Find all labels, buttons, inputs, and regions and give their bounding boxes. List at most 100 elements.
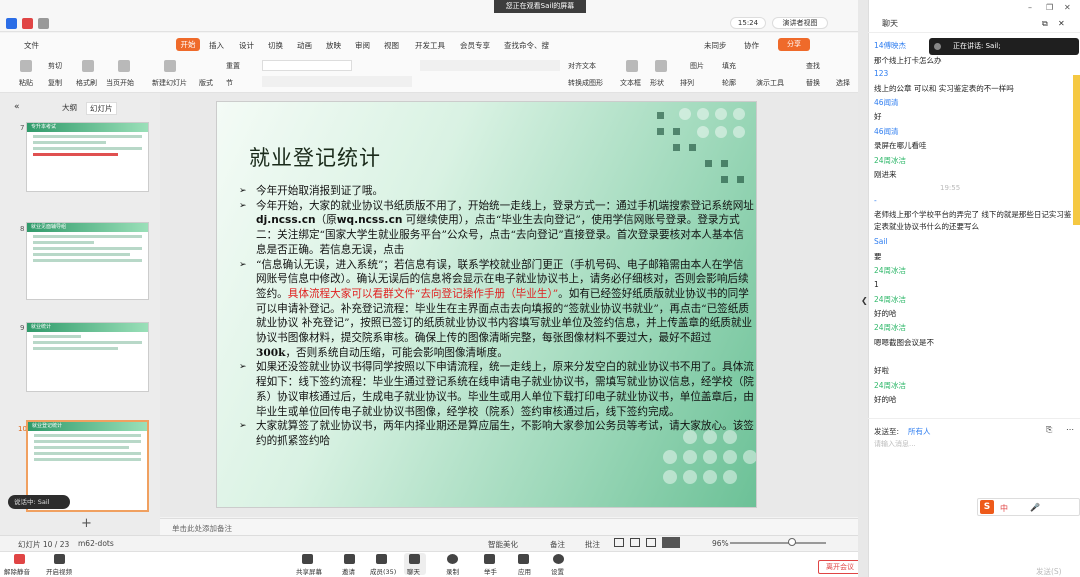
ime-chinese-icon[interactable]: 中 bbox=[1000, 503, 1008, 514]
share-button[interactable]: 分享 bbox=[778, 38, 810, 51]
collapse-panel-icon[interactable]: « bbox=[14, 102, 20, 112]
presentation-tools-button[interactable]: 演示工具 bbox=[756, 78, 784, 88]
add-slide-button[interactable]: + bbox=[81, 516, 92, 531]
chat-message: 好啦 bbox=[874, 366, 889, 375]
meeting-clock: 15:24 bbox=[730, 17, 766, 29]
shape-button[interactable]: 形状 bbox=[650, 78, 664, 88]
file-menu[interactable]: 文件 bbox=[24, 40, 39, 51]
zoom-slider[interactable] bbox=[730, 542, 826, 544]
shape-icon bbox=[655, 60, 667, 72]
tab-view[interactable]: 视图 bbox=[384, 40, 399, 51]
send-button[interactable]: 发送(S) bbox=[1036, 566, 1062, 577]
view-mode-button[interactable]: 演讲者视图 bbox=[772, 17, 828, 29]
font-family-select[interactable] bbox=[262, 60, 352, 71]
find-button[interactable]: 查找 bbox=[806, 61, 820, 71]
arrange-button[interactable]: 排列 bbox=[680, 78, 694, 88]
play-slideshow-icon[interactable] bbox=[662, 537, 680, 548]
chat-close-icon[interactable]: ✕ bbox=[1058, 19, 1065, 28]
picture-button[interactable]: 图片 bbox=[690, 61, 704, 71]
restore-icon[interactable]: ❐ bbox=[1046, 3, 1053, 12]
meeting-app-icon bbox=[6, 18, 17, 29]
slide-number: 9 bbox=[20, 324, 25, 332]
bullet-item: 大家就算签了就业协议书，两年内择业期还是算应届生，不影响大家参加公务员等考试，请… bbox=[239, 419, 754, 448]
minimize-icon[interactable]: – bbox=[1028, 3, 1032, 12]
chat-message: 1 bbox=[874, 280, 879, 289]
cut-button[interactable]: 剪切 bbox=[48, 61, 62, 71]
theme-name: m62-dots bbox=[78, 539, 114, 548]
notes-field[interactable]: 单击此处添加备注 bbox=[160, 518, 858, 535]
slide-thumbnail-8[interactable]: 就业见面辅导组 bbox=[26, 222, 149, 300]
replace-button[interactable]: 替换 bbox=[806, 78, 820, 88]
collaborate-button[interactable]: 协作 bbox=[744, 40, 759, 51]
tab-start[interactable]: 开始 bbox=[176, 38, 200, 51]
share-screen-button[interactable]: 共享屏幕 bbox=[296, 566, 322, 576]
align-text-button[interactable]: 对齐文本 bbox=[568, 61, 596, 71]
reading-view-icon[interactable] bbox=[646, 538, 656, 547]
normal-view-icon[interactable] bbox=[614, 538, 624, 547]
section-button[interactable]: 节 bbox=[226, 78, 233, 88]
tab-review[interactable]: 审阅 bbox=[355, 40, 370, 51]
tab-slideshow[interactable]: 放映 bbox=[326, 40, 341, 51]
tab-developer[interactable]: 开发工具 bbox=[415, 40, 445, 51]
unmute-button[interactable]: 解除静音 bbox=[4, 566, 30, 576]
play-current-button[interactable]: 当页开始 bbox=[106, 78, 134, 88]
convert-graphic-button[interactable]: 转换成图形 bbox=[568, 78, 603, 88]
chat-sender: 24周冰洁 bbox=[874, 381, 907, 390]
sorter-view-icon[interactable] bbox=[630, 538, 640, 547]
collapse-chat-icon[interactable]: ❮ bbox=[861, 296, 868, 305]
bullet-item: 今年开始，大家的就业协议书纸质版不用了，开始统一走线上，登录方式一：通过手机端搜… bbox=[239, 199, 754, 258]
reset-button[interactable]: 重置 bbox=[226, 61, 240, 71]
leave-meeting-button[interactable]: 离开会议 bbox=[818, 560, 862, 574]
outline-button[interactable]: 轮廓 bbox=[722, 78, 736, 88]
file-icon[interactable]: ⎘ bbox=[1046, 425, 1052, 435]
paragraph-group[interactable] bbox=[420, 60, 560, 71]
new-slide-button[interactable]: 新建幻灯片 bbox=[152, 78, 187, 88]
raise-hand-button[interactable]: 举手 bbox=[484, 566, 497, 576]
settings-button[interactable]: 设置 bbox=[551, 566, 564, 576]
tab-slides[interactable]: 幻灯片 bbox=[86, 102, 117, 115]
tab-design[interactable]: 设计 bbox=[239, 40, 254, 51]
send-to-select[interactable]: 所有人 bbox=[908, 426, 931, 437]
bullet-text: 今年开始取消报到证了哦。 bbox=[256, 185, 384, 197]
sogou-ime-icon[interactable]: S bbox=[980, 500, 994, 514]
layout-button[interactable]: 版式 bbox=[199, 78, 213, 88]
ime-mic-icon[interactable]: 🎤 bbox=[1030, 503, 1040, 512]
paste-button[interactable]: 粘贴 bbox=[19, 78, 33, 88]
select-button[interactable]: 选择 bbox=[836, 78, 850, 88]
comments-toggle[interactable]: 批注 bbox=[585, 539, 600, 550]
decor-square bbox=[705, 160, 712, 167]
close-icon[interactable]: ✕ bbox=[1064, 3, 1071, 12]
decor-square bbox=[657, 112, 664, 119]
sync-status[interactable]: 未同步 bbox=[704, 40, 727, 51]
tab-outline[interactable]: 大纲 bbox=[62, 102, 77, 113]
tab-member[interactable]: 会员专享 bbox=[460, 40, 490, 51]
more-icon[interactable]: ⋯ bbox=[1066, 425, 1074, 434]
fill-button[interactable]: 填充 bbox=[722, 61, 736, 71]
textbox-button[interactable]: 文本框 bbox=[620, 78, 641, 88]
start-video-button[interactable]: 开启视频 bbox=[46, 566, 72, 576]
zoom-slider-handle[interactable] bbox=[788, 538, 796, 546]
tab-insert[interactable]: 插入 bbox=[209, 40, 224, 51]
slide-thumbnail-7[interactable]: 专升本考试 bbox=[26, 122, 149, 192]
invite-button[interactable]: 邀请 bbox=[342, 566, 355, 576]
chat-sender: 24周冰洁 bbox=[874, 323, 907, 332]
tab-animation[interactable]: 动画 bbox=[297, 40, 312, 51]
smart-beautify-button[interactable]: 智能美化 bbox=[488, 539, 518, 550]
record-button[interactable]: 录制 bbox=[446, 566, 459, 576]
chat-button[interactable]: 聊天 bbox=[407, 566, 420, 576]
command-search[interactable]: 查找命令、搜 bbox=[504, 40, 549, 51]
format-painter-button[interactable]: 格式刷 bbox=[76, 78, 97, 88]
panel-divider[interactable] bbox=[858, 0, 868, 577]
chat-input[interactable]: 请输入消息... bbox=[874, 439, 916, 449]
popout-icon[interactable]: ⧉ bbox=[1042, 19, 1048, 29]
notes-toggle[interactable]: 备注 bbox=[550, 539, 565, 550]
members-button[interactable]: 成员(35) bbox=[370, 566, 396, 576]
apps-button[interactable]: 应用 bbox=[518, 566, 531, 576]
tab-transition[interactable]: 切换 bbox=[268, 40, 283, 51]
slide-thumbnail-9[interactable]: 就业统计 bbox=[26, 322, 149, 392]
chat-message: 线上的公章 可以和 实习鉴定表的不一样吗 bbox=[874, 84, 1014, 93]
copy-button[interactable]: 复制 bbox=[48, 78, 62, 88]
chat-sender: 24周冰洁 bbox=[874, 295, 907, 304]
font-format-group[interactable] bbox=[262, 76, 412, 87]
slide[interactable]: 就业登记统计 今年开始取消报到证了哦。 今年开始，大家的就业协议书纸质版不用了，… bbox=[216, 101, 757, 508]
